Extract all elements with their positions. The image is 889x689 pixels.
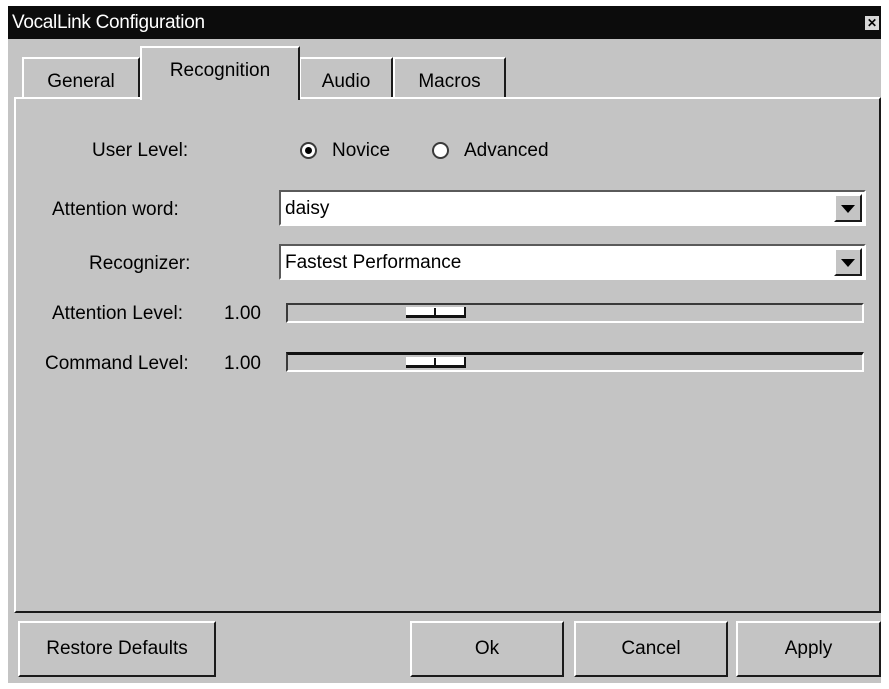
advanced-radio[interactable] [432,142,449,159]
chevron-down-icon [841,259,855,267]
title-bar[interactable]: VocalLink Configuration ✕ [8,6,881,39]
command-level-label: Command Level: [45,353,189,374]
thumb-grip [434,358,436,366]
advanced-radio-label[interactable]: Advanced [464,140,549,162]
window-title: VocalLink Configuration [12,12,205,33]
user-level-label: User Level: [92,140,189,161]
novice-radio-label[interactable]: Novice [332,140,390,162]
tab-macros-label: Macros [418,71,481,92]
attention-level-value: 1.00 [224,303,261,324]
command-level-slider-thumb[interactable] [406,357,466,368]
tab-recognition-label: Recognition [169,60,271,81]
tab-audio-label: Audio [321,71,371,92]
attention-level-label: Attention Level: [52,303,183,324]
novice-radio[interactable] [300,142,317,159]
recognizer-combo[interactable]: Fastest Performance [279,244,866,280]
recognizer-dropdown-button[interactable] [834,248,862,276]
attention-word-combo[interactable]: daisy [279,190,866,226]
command-level-value: 1.00 [224,353,261,374]
tab-recognition[interactable]: Recognition [140,46,300,100]
recognizer-value[interactable]: Fastest Performance [285,252,461,274]
thumb-grip [434,308,436,316]
tab-general-label: General [47,71,115,92]
tab-audio[interactable]: Audio [299,57,393,98]
tab-general[interactable]: General [22,57,140,98]
ok-button[interactable]: Ok [410,621,564,677]
chevron-down-icon [841,205,855,213]
close-icon[interactable]: ✕ [865,16,879,30]
radio-selected-dot [305,147,312,154]
attention-level-slider-thumb[interactable] [406,307,466,318]
recognizer-label: Recognizer: [89,253,191,274]
attention-level-slider[interactable] [286,303,864,323]
attention-word-dropdown-button[interactable] [834,194,862,222]
tab-macros[interactable]: Macros [393,57,506,98]
apply-button[interactable]: Apply [736,621,881,677]
attention-word-value[interactable]: daisy [285,198,329,220]
cancel-button[interactable]: Cancel [574,621,728,677]
command-level-slider[interactable] [286,352,864,372]
restore-defaults-button[interactable]: Restore Defaults [18,621,216,677]
attention-word-label: Attention word: [52,199,179,220]
